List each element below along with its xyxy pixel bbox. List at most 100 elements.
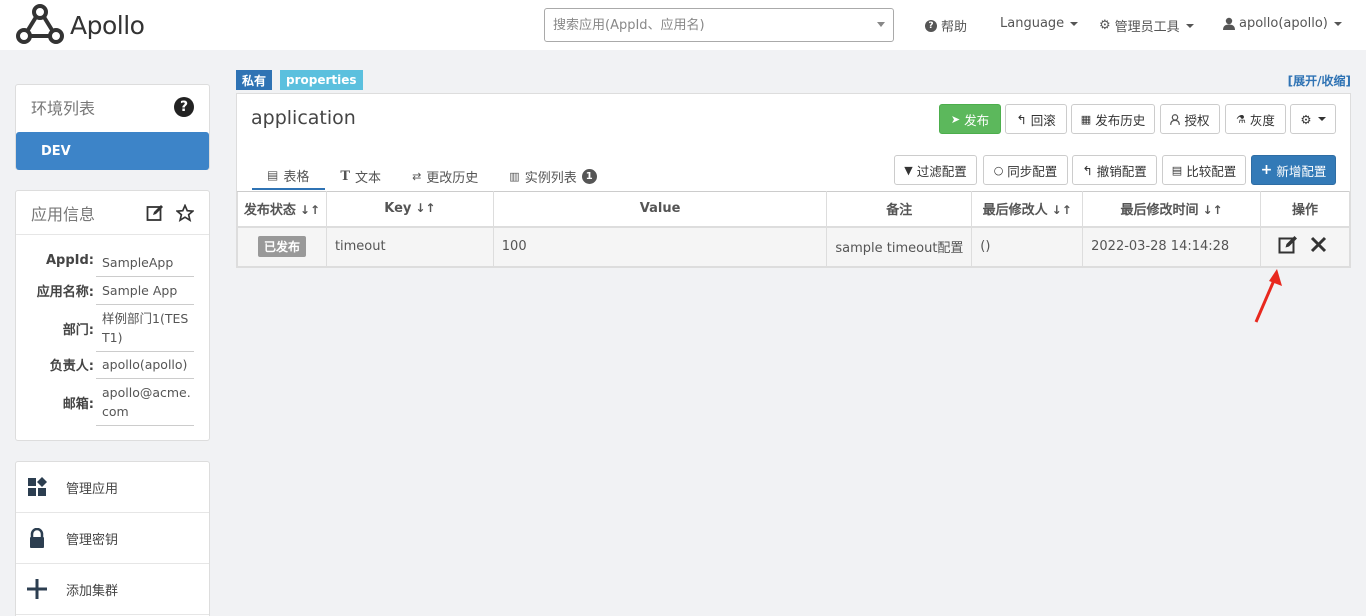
table-row: 已发布 timeout 100 sample timeout配置 () 2022… [237,226,1351,267]
rollback-icon: ↰ [1016,111,1027,127]
user-label: apollo(apollo) [1239,16,1328,31]
cell-value: 100 [492,226,828,267]
user-icon [1170,113,1181,125]
user-dropdown[interactable]: apollo(apollo) [1223,16,1342,31]
info-value: apollo@acme.com [96,383,194,426]
language-label: Language [1000,16,1065,31]
apollo-logo[interactable]: Apollo [14,3,145,47]
caret-down-icon [1185,23,1194,28]
sort-icon: ↓↑ [1051,203,1072,218]
user-icon [1223,17,1235,30]
logo-text: Apollo [70,10,145,40]
menu-manage-secret[interactable]: 管理密钥 [16,513,209,564]
search-input[interactable] [545,9,855,41]
gray-label: 灰度 [1249,112,1275,128]
cell-modifier: () [971,226,1084,267]
help-label: 帮助 [941,20,968,35]
compare-label: 比较配置 [1186,163,1237,179]
col-label: Key [384,201,412,217]
col-value: Value [492,191,828,228]
edit-icon[interactable] [1278,235,1298,255]
col-modifier[interactable]: 最后修改人 ↓↑ [971,191,1084,228]
info-key: 应用名称: [36,285,94,300]
compare-config-button[interactable]: ▤ 比较配置 [1162,155,1246,185]
plus-icon [26,578,48,600]
col-label: Value [639,201,681,217]
authorize-label: 授权 [1184,112,1210,128]
app-search[interactable] [544,8,894,42]
server-icon: ▥ [509,169,520,183]
menu-label: 管理应用 [66,481,119,497]
tab-instances[interactable]: ▥ 实例列表 1 [494,162,612,190]
dashboard-icon [26,476,48,498]
app-info-header: 应用信息 [16,191,209,235]
release-history-button[interactable]: ▦ 发布历史 [1071,104,1155,134]
menu-manage-app[interactable]: 管理应用 [16,462,209,513]
add-label: 新增配置 [1276,163,1327,179]
tab-text[interactable]: T 文本 [325,162,397,190]
history-label: 发布历史 [1095,112,1146,128]
col-key[interactable]: Key ↓↑ [325,191,494,228]
col-label: 备注 [886,203,913,219]
col-status[interactable]: 发布状态 ↓↑ [237,191,327,228]
text-icon: T [340,168,351,184]
table-icon: ▤ [267,168,279,182]
rollback-button[interactable]: ↰ 回滚 [1005,104,1067,134]
caret-down-icon [1070,21,1079,26]
refresh-icon: ○ [993,163,1004,177]
caret-down-icon [1333,21,1342,26]
sort-icon: ↓↑ [299,203,321,218]
env-list-panel: 环境列表 ? DEV [15,84,210,170]
info-key: 负责人: [49,359,94,374]
rollback-label: 回滚 [1030,112,1056,128]
cell-actions [1259,226,1351,267]
info-key: 邮箱: [62,397,94,412]
calendar-icon: ▦ [1080,112,1092,126]
add-config-button[interactable]: + 新增配置 [1251,155,1336,185]
undo-icon: ↰ [1082,162,1093,178]
question-icon[interactable]: ? [174,97,194,117]
sync-config-button[interactable]: ○ 同步配置 [983,155,1068,185]
star-icon[interactable] [176,203,194,222]
gear-icon: ⚙ [1300,111,1312,127]
apollo-logo-icon [16,4,64,44]
app-menu-panel: 管理应用 管理密钥 添加集群 [15,461,210,616]
table-header-row: 发布状态 ↓↑ Key ↓↑ Value 备注 最后修改人 ↓↑ 最后修改时间 ↓↑ 操… [237,191,1351,228]
info-value: Sample App [96,281,194,305]
menu-add-cluster[interactable]: 添加集群 [16,564,209,615]
tab-table[interactable]: ▤ 表格 [252,162,326,190]
admin-tools-dropdown[interactable]: ⚙ 管理员工具 [1099,16,1194,35]
edit-icon[interactable] [146,204,164,222]
col-label: 最后修改时间 [1120,203,1199,219]
private-tag: 私有 [236,70,273,90]
authorize-button[interactable]: 授权 [1160,104,1220,134]
sort-icon: ↓↑ [415,201,436,216]
cell-key: timeout [325,226,494,267]
gray-release-button[interactable]: ⚗ 灰度 [1225,104,1286,134]
flask-icon: ⚗ [1236,112,1246,126]
filter-label: 过滤配置 [916,163,967,179]
revoke-config-button[interactable]: ↰ 撤销配置 [1072,155,1157,185]
cell-modified-time: 2022-03-28 14:14:28 [1082,226,1261,267]
env-item-dev[interactable]: DEV [16,132,209,170]
filter-config-button[interactable]: ▼ 过滤配置 [894,155,977,185]
tab-history[interactable]: ⇄ 更改历史 [397,162,494,190]
help-link[interactable]: ? 帮助 [925,16,967,35]
tab-label: 表格 [283,169,310,185]
language-dropdown[interactable]: Language [1000,16,1079,31]
sync-label: 同步配置 [1007,163,1058,179]
info-value: 样例部门1(TEST1) [96,309,194,352]
info-row-owner: 负责人: apollo(apollo) [16,355,211,379]
expand-collapse-link[interactable]: [展开/收缩] [1288,72,1351,89]
top-navbar: Apollo ? 帮助 Language ⚙ 管理员工具 apollo(apol… [0,0,1366,50]
settings-dropdown-button[interactable]: ⚙ [1290,104,1336,134]
info-row-appid: AppId: SampleApp [16,253,211,277]
chevron-down-icon [877,22,885,27]
col-modified-time[interactable]: 最后修改时间 ↓↑ [1082,191,1261,228]
delete-icon[interactable] [1310,236,1327,253]
publish-button[interactable]: ➤ 发布 [939,104,1001,134]
admin-tools-label: 管理员工具 [1114,20,1180,35]
transfer-icon: ⇄ [412,169,422,183]
info-row-email: 邮箱: apollo@acme.com [16,383,211,426]
cell-status: 已发布 [237,226,327,267]
